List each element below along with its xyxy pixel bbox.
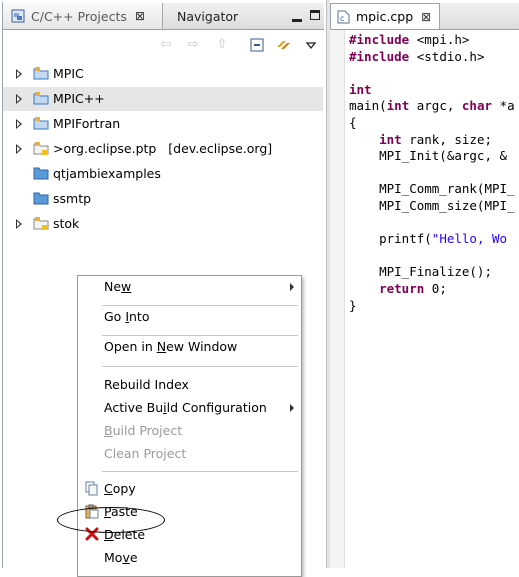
submenu-arrow-icon [290,404,294,412]
menu-item-label: Copy [104,481,136,496]
menu-item-new[interactable]: New [78,276,301,298]
cpp-projects-view-icon [11,9,25,23]
menu-item-go-into[interactable]: Go Into [78,306,301,328]
menu-item-copy[interactable]: Copy [78,478,301,500]
code-line: int [349,81,372,97]
menu-item-move[interactable]: Move [78,547,301,569]
code-line: int rank, size; [379,131,492,147]
expand-icon[interactable] [16,119,22,129]
code-line: #include <stdio.h> [349,48,485,64]
go-up-icon[interactable]: ⇧ [214,38,230,52]
cvs-project-folder-icon [33,217,49,230]
code-editor: c mpic.cpp ⊠ #include <mpi.h> #include <s… [330,0,519,568]
expand-icon[interactable] [16,144,22,154]
editor-tab-bar: c mpic.cpp ⊠ [330,3,519,30]
menu-item-rebuild-index[interactable]: Rebuild Index [78,374,301,396]
svg-text:c: c [340,14,344,23]
menu-item-label: Rebuild Index [104,377,189,392]
copy-icon [84,481,100,497]
menu-item-clean-project: Clean Project [78,443,301,465]
close-icon[interactable]: ⊠ [421,10,431,24]
code-line: { [349,114,357,130]
maximize-icon[interactable] [310,10,320,20]
expand-icon[interactable] [16,219,22,229]
editor-ruler [330,30,345,568]
tree-item-label: stok [53,216,80,231]
closed-folder-icon [33,192,49,205]
forward-arrow-icon[interactable]: ⇨ [185,38,201,52]
tree-item-label: MPIFortran [53,116,121,131]
tree-item-label: ssmtp [53,191,92,206]
menu-item-label: Active Build Configuration [104,400,267,415]
tab-label: Navigator [177,8,239,24]
project-folder-icon [33,67,49,80]
menu-item-label: Open in New Window [104,339,238,354]
tree-item-mpic[interactable]: MPIC [3,62,323,86]
tree-item-stok[interactable]: stok [3,212,323,236]
tree-item-ssmtp[interactable]: ssmtp [3,187,323,211]
cvs-project-folder-icon [33,142,49,155]
tree-item-label: qtjambiexamples [53,166,161,181]
menu-item-label: Build Project [104,423,183,438]
code-line: MPI_Init(&argc, & [349,148,508,164]
menu-item-build-project: Build Project [78,420,301,442]
code-text[interactable]: #include <mpi.h> #include <stdio.h> int ma… [349,32,515,314]
project-folder-icon [33,117,49,130]
code-line: MPI_Finalize(); [349,264,492,280]
back-arrow-icon[interactable]: ⇦ [158,38,174,52]
menu-item-label: New [104,279,132,294]
tree-item-label: >org.eclipse.ptp [dev.eclipse.org] [53,141,273,156]
tree-item-org-eclipse-ptp[interactable]: >org.eclipse.ptp [dev.eclipse.org] [3,137,323,161]
code-line: return 0; [379,280,447,296]
tab-cpp-projects[interactable]: C/C++ Projects ⊠ [3,3,163,29]
view-menu-icon[interactable] [303,38,319,52]
submenu-arrow-icon [290,283,294,291]
close-icon[interactable]: ⊠ [135,9,145,23]
expand-icon[interactable] [16,69,22,79]
code-line: #include <mpi.h> [349,32,470,47]
expand-icon[interactable] [16,94,22,104]
menu-separator [102,366,298,367]
closed-folder-icon [33,167,49,180]
code-line: MPI_Comm_size(MPI_ [349,197,515,213]
collapse-all-icon[interactable] [249,38,265,52]
menu-item-open-in-new-window[interactable]: Open in New Window [78,336,301,358]
menu-separator [102,471,298,472]
code-line: } [349,297,357,313]
tab-mpic-cpp[interactable]: c mpic.cpp ⊠ [330,3,440,29]
project-folder-icon [33,92,49,105]
minimize-icon[interactable] [291,9,303,23]
tree-item-mpic-plus-plus[interactable]: MPIC++ [3,87,323,111]
code-line: main(int argc, char *a [349,98,515,114]
paste-highlight-circle [57,507,165,533]
tab-label: C/C++ Projects [31,8,127,24]
tab-navigator[interactable]: Navigator [165,3,239,29]
menu-item-label: Clean Project [104,446,187,461]
menu-item-active-build-configuration[interactable]: Active Build Configuration [78,397,301,419]
link-with-editor-icon[interactable] [275,38,291,52]
code-line: MPI_Comm_rank(MPI_ [349,181,515,197]
view-toolbar: ⇦ ⇨ ⇧ [3,30,324,60]
menu-item-label: Move [104,550,138,565]
view-tab-bar: C/C++ Projects ⊠ Navigator [3,3,324,30]
tree-item-mpifortran[interactable]: MPIFortran [3,112,323,136]
code-line: printf("Hello, Wo [349,231,508,247]
tab-label: mpic.cpp [356,9,414,24]
tree-item-label: MPIC [53,66,84,81]
c-source-file-icon: c [337,10,350,23]
menu-item-label: Go Into [104,309,150,324]
tree-item-qtjambiexamples[interactable]: qtjambiexamples [3,162,323,186]
tree-item-label: MPIC++ [53,91,105,106]
